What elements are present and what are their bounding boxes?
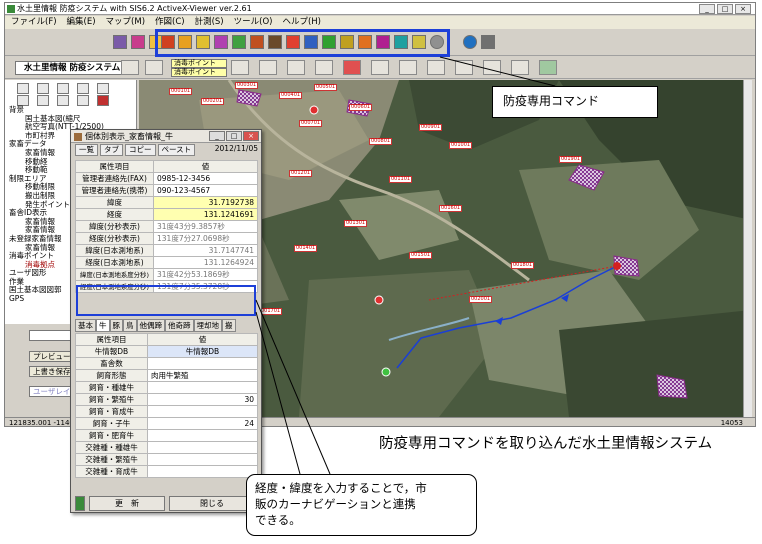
leader-lines	[255, 56, 556, 475]
description-line: 経度・緯度を入力することで，市	[255, 481, 427, 495]
description-line: できる。	[255, 513, 301, 527]
description-callout: 経度・緯度を入力することで，市 販のカーナビゲーションと連携 できる。	[246, 474, 477, 536]
command-callout: 防疫専用コマンド	[492, 86, 658, 118]
figure-caption: 防疫専用コマンドを取り込んだ水土里情報システム	[379, 436, 713, 452]
description-line: 販のカーナビゲーションと連携	[255, 497, 416, 511]
